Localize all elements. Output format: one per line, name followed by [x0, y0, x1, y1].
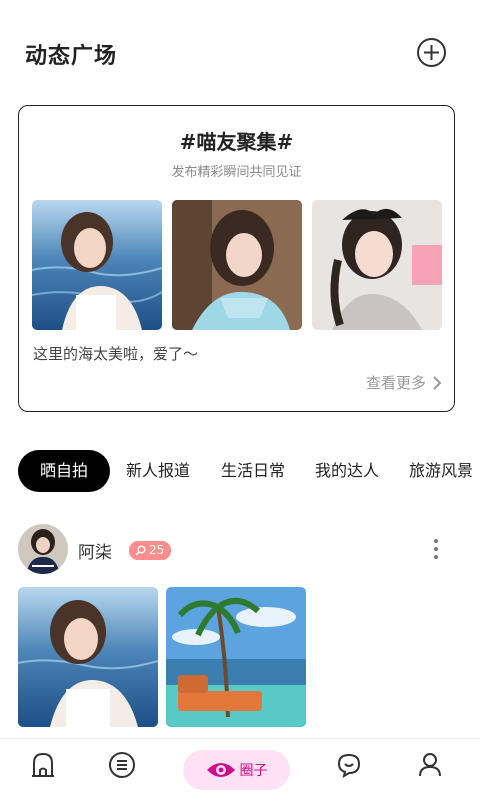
more-options-button[interactable] [430, 537, 442, 561]
topic-photo-3[interactable] [312, 200, 442, 330]
nav-profile[interactable] [408, 751, 452, 791]
see-more-label: 查看更多 [365, 374, 426, 392]
chevron-right-icon [433, 375, 442, 390]
level-value: 25 [149, 543, 165, 557]
topic-title: #喵友聚集# [179, 130, 294, 154]
topic-subtitle: 发布精彩瞬间共同见证 [171, 165, 302, 180]
tab-daily-life[interactable]: 生活日常 [221, 450, 285, 492]
avatar[interactable] [18, 524, 68, 574]
page-title: 动态广场 [25, 44, 118, 69]
home-icon [32, 752, 54, 777]
see-more-link[interactable]: 查看更多 [366, 372, 442, 393]
list-icon [109, 752, 135, 778]
eye-icon [206, 763, 235, 777]
level-icon [135, 545, 146, 556]
tab-selfie[interactable]: 晒自拍 [18, 450, 111, 492]
post-username[interactable]: 阿柒 [78, 538, 112, 563]
topic-photo-1[interactable] [32, 200, 162, 330]
tab-newcomer[interactable]: 新人报道 [126, 450, 190, 492]
post-image-2[interactable] [166, 587, 306, 727]
topic-caption: 这里的海太美啦，爱了～ [33, 345, 199, 363]
nav-feed[interactable] [100, 751, 144, 791]
tab-travel[interactable]: 旅游风景 [409, 450, 473, 492]
person-icon [419, 753, 441, 777]
topic-card[interactable]: #喵友聚集# 发布精彩瞬间共同见证 这里的海太美啦，爱了～ 查看更多 [18, 105, 455, 412]
more-vertical-icon [434, 539, 438, 559]
tab-my-experts[interactable]: 我的达人 [315, 450, 379, 492]
nav-home[interactable] [21, 751, 65, 791]
nav-messages[interactable] [327, 751, 371, 791]
post-image-1[interactable] [18, 587, 158, 727]
category-tabs: 晒自拍 新人报道 生活日常 我的达人 旅游风景 [0, 450, 480, 494]
bottom-nav: 圈子 [0, 738, 480, 800]
plus-circle-icon [417, 38, 446, 67]
nav-circle-label: 圈子 [239, 763, 268, 779]
level-badge: 25 [129, 541, 172, 560]
post-header: 阿柒 25 [0, 520, 480, 580]
header: 动态广场 [0, 0, 480, 104]
chat-icon [337, 753, 361, 779]
topic-photo-2[interactable] [172, 200, 302, 330]
nav-circle[interactable]: 圈子 [183, 750, 290, 790]
add-post-button[interactable] [416, 37, 447, 68]
